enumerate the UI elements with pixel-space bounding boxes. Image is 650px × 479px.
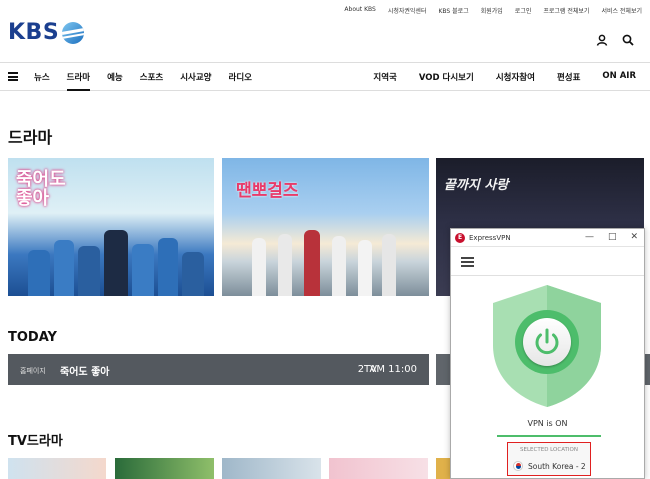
section-title-drama: 드라마: [8, 128, 53, 147]
app-name: ExpressVPN: [469, 234, 511, 242]
menu-icon[interactable]: [8, 72, 18, 81]
util-link-signup[interactable]: 회원가입: [481, 6, 503, 15]
drama-card[interactable]: 죽어도 좋아: [8, 158, 214, 296]
drama-card-title: 죽어도 좋아: [16, 169, 66, 209]
today-schedule-item[interactable]: 홈페이지 죽어도 좋아 2TV AM 11:00: [8, 354, 429, 385]
util-link-about[interactable]: About KBS: [344, 6, 375, 15]
connect-button[interactable]: [515, 310, 579, 374]
status-indicator-line: [497, 435, 601, 437]
util-link-viewer-rights[interactable]: 시청자권익센터: [388, 6, 427, 15]
vpn-status-text: VPN is ON: [527, 419, 568, 428]
kbs-symbol-icon: [62, 21, 85, 44]
main-nav: 뉴스 드라마 예능 스포츠 시사교양 라디오 지역국 VOD 다시보기 시청자참…: [0, 62, 650, 91]
nav-item-regional[interactable]: 지역국: [373, 71, 396, 83]
util-link-all-programs[interactable]: 프로그램 전체보기: [543, 6, 589, 15]
nav-item-current-affairs[interactable]: 시사교양: [180, 71, 211, 91]
nav-item-drama[interactable]: 드라마: [66, 71, 91, 91]
minimize-icon[interactable]: —: [585, 232, 594, 242]
nav-services: 지역국 VOD 다시보기 시청자참여 편성표 ON AIR: [373, 71, 636, 83]
expressvpn-logo-icon: E: [455, 233, 465, 243]
utility-links: About KBS 시청자권익센터 KBS 블로그 회원가입 로그인 프로그램 …: [344, 6, 642, 15]
tv-drama-thumbnail[interactable]: [8, 458, 106, 479]
tv-drama-thumbnail[interactable]: [329, 458, 428, 479]
south-korea-flag-icon: [513, 461, 523, 471]
location-label: SELECTED LOCATION: [520, 447, 578, 453]
today-time: AM 11:00: [369, 364, 417, 375]
section-title-today: TODAY: [8, 330, 57, 345]
maximize-icon[interactable]: □: [608, 232, 617, 242]
window-controls: — □ ✕: [585, 232, 638, 242]
expressvpn-window: E ExpressVPN — □ ✕ VPN is ON SELECTED LO…: [450, 228, 645, 479]
tv-drama-thumbnail[interactable]: [222, 458, 321, 479]
kbs-logo[interactable]: KBS: [8, 20, 85, 45]
search-icon[interactable]: [622, 34, 634, 46]
power-icon: [535, 328, 559, 355]
header-icons: [596, 34, 634, 46]
util-link-login[interactable]: 로그인: [515, 6, 532, 15]
divider: [451, 275, 644, 276]
nav-item-radio[interactable]: 라디오: [229, 71, 252, 91]
util-link-blog[interactable]: KBS 블로그: [438, 6, 468, 15]
close-icon[interactable]: ✕: [630, 232, 638, 242]
nav-item-sports[interactable]: 스포츠: [140, 71, 163, 91]
nav-item-entertainment[interactable]: 예능: [107, 71, 123, 91]
nav-item-schedule[interactable]: 편성표: [557, 71, 580, 83]
hamburger-menu-icon[interactable]: [461, 257, 474, 267]
drama-poster-image: [8, 226, 214, 296]
user-icon[interactable]: [596, 34, 608, 46]
drama-card[interactable]: 땐뽀걸즈: [222, 158, 429, 296]
logo-text: KBS: [8, 20, 60, 45]
tv-drama-thumbnail[interactable]: [115, 458, 214, 479]
nav-categories: 뉴스 드라마 예능 스포츠 시사교양 라디오: [34, 71, 252, 91]
today-show-title: 죽어도 좋아: [60, 367, 110, 378]
selected-location-picker[interactable]: SELECTED LOCATION South Korea - 2: [507, 442, 591, 476]
nav-item-vod[interactable]: VOD 다시보기: [419, 71, 474, 83]
section-title-tv-drama: TV드라마: [8, 434, 63, 449]
homepage-link[interactable]: 홈페이지: [20, 366, 46, 376]
window-titlebar[interactable]: E ExpressVPN — □ ✕: [451, 229, 644, 247]
util-link-all-services[interactable]: 서비스 전체보기: [601, 6, 642, 15]
nav-item-on-air[interactable]: ON AIR: [602, 71, 636, 83]
drama-card-title: 땐뽀걸즈: [236, 181, 299, 201]
location-name: South Korea - 2: [528, 462, 586, 471]
connect-button-face: [523, 318, 571, 366]
tv-drama-thumbnail[interactable]: [436, 458, 450, 479]
nav-item-viewer-participation[interactable]: 시청자참여: [496, 71, 535, 83]
drama-card-title: 끝까지 사랑: [444, 178, 509, 193]
nav-item-news[interactable]: 뉴스: [34, 71, 50, 91]
drama-poster-image: [222, 226, 429, 296]
